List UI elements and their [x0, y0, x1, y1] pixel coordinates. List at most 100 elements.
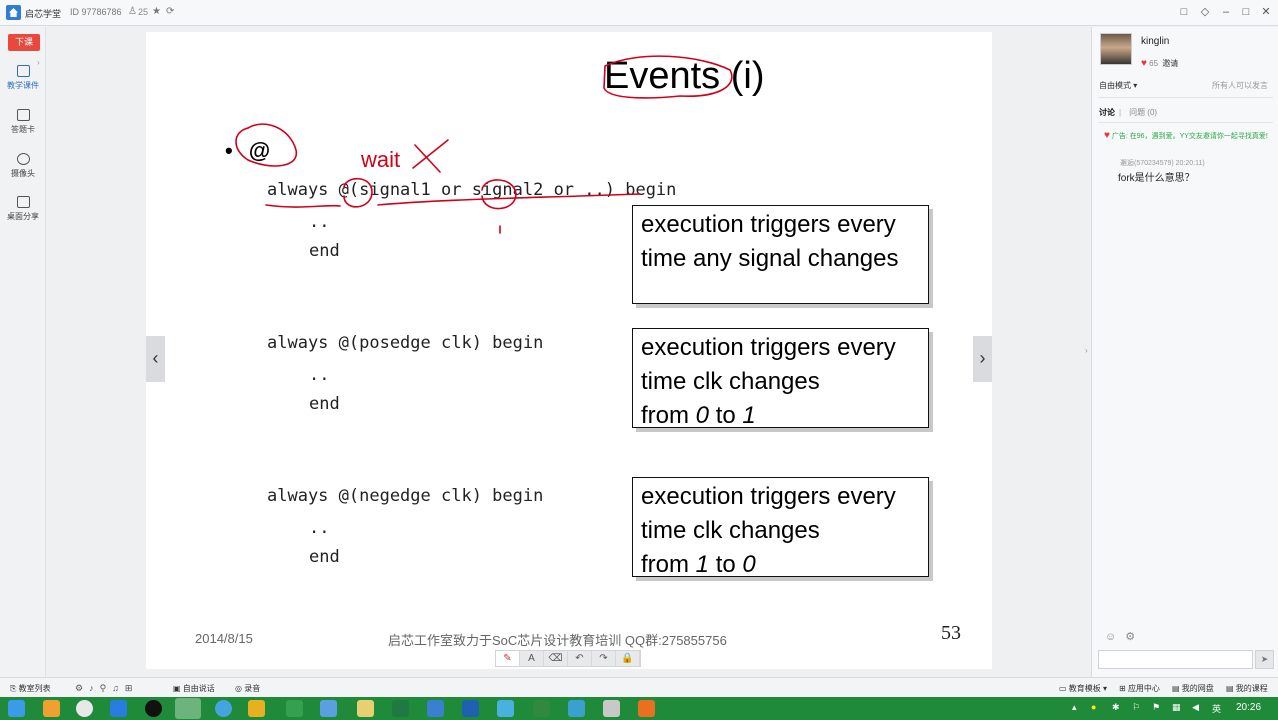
slide-footer: 启芯工作室致力于SoC芯片设计教育培训 QQ群:275855756: [388, 633, 727, 648]
answer-card-icon: [16, 109, 30, 121]
heart-icon: ♥: [1104, 130, 1110, 141]
tab-question[interactable]: 问题 (0): [1129, 108, 1157, 117]
flag-icon[interactable]: ⚑: [1152, 702, 1160, 713]
app-icon[interactable]: [320, 700, 337, 717]
slide-title: Events (i): [604, 55, 765, 97]
lock-icon[interactable]: 🔒: [616, 651, 640, 666]
bluetooth-icon[interactable]: ✱: [1112, 702, 1120, 713]
app-icon[interactable]: [497, 700, 514, 717]
user-count-icon: ♙: [128, 6, 137, 17]
annotation-wait: wait: [361, 147, 401, 172]
skin-icon[interactable]: ◇: [1197, 4, 1213, 20]
tray-icon[interactable]: ⚐: [1132, 702, 1140, 713]
app-icon[interactable]: [110, 700, 127, 717]
class-list-button[interactable]: ⎘ 教室列表: [10, 683, 51, 694]
my-courses-button[interactable]: ▤ 我的课程: [1226, 683, 1268, 694]
maximize-button[interactable]: □: [1238, 4, 1254, 20]
chat-tools: ☺ ⚙: [1105, 630, 1135, 643]
star-icon[interactable]: ★: [152, 6, 161, 17]
settings-icon[interactable]: ⚙♪⚲♫⊞: [75, 683, 138, 694]
prev-slide-button[interactable]: ‹: [146, 336, 165, 382]
answer-card-button[interactable]: 答题卡: [0, 109, 46, 135]
redo-icon[interactable]: ↷: [592, 651, 616, 666]
room-id: ID 97786786: [70, 7, 122, 17]
box-line: time any signal changes: [641, 245, 899, 272]
refresh-icon[interactable]: ⟳: [166, 6, 174, 17]
chat-input[interactable]: [1098, 650, 1253, 669]
app-icon[interactable]: [286, 700, 303, 717]
invite-link[interactable]: 邀请: [1162, 59, 1178, 68]
courseware-label: 教学课件: [7, 81, 39, 90]
app-center-button[interactable]: ⊞ 应用中心: [1119, 683, 1160, 694]
app-icon[interactable]: [427, 700, 444, 717]
screen-share-button[interactable]: 桌面分享: [0, 196, 46, 222]
free-talk-button[interactable]: ▣ 自由说话: [173, 683, 215, 694]
courseware-button[interactable]: 教学课件: [0, 65, 46, 91]
excel-icon[interactable]: [392, 700, 409, 717]
send-button[interactable]: ➤: [1255, 650, 1274, 669]
avatar[interactable]: [1100, 33, 1132, 65]
code-line: always @(posedge clk) begin: [267, 333, 544, 353]
start-icon[interactable]: [8, 700, 25, 717]
bottom-bar: ⎘ 教室列表 ⚙♪⚲♫⊞ ▣ 自由说话 ◎ 录音 ▭ 教育模板 ▾ ⊞ 应用中心…: [0, 677, 1278, 697]
explanation-box: execution triggers every time any signal…: [632, 205, 929, 304]
right-panel: kinglin ♥ 65 邀请 自由模式 ▾ 所有人可以发言 讨论 | 问题 (0)…: [1091, 27, 1278, 677]
tray-app-icon[interactable]: ●: [1091, 702, 1096, 712]
end-class-button[interactable]: 下课: [8, 34, 40, 51]
camera-button[interactable]: 摄像头: [0, 153, 46, 179]
app-icon[interactable]: [568, 700, 585, 717]
my-disk-button[interactable]: ▤ 我的网盘: [1172, 683, 1214, 694]
chat-message-ad: ♥ 广告: 在96，遇到爱。YY交友邀请你一起寻找真爱!: [1104, 130, 1268, 141]
home-icon[interactable]: [533, 700, 550, 717]
pen-icon[interactable]: ✎: [496, 651, 520, 666]
emoji-icon[interactable]: ☺: [1105, 631, 1116, 643]
camera-label: 摄像头: [11, 169, 35, 178]
home-icon[interactable]: [6, 5, 21, 20]
qq-icon[interactable]: [145, 700, 162, 717]
ime-indicator[interactable]: 英: [1212, 702, 1221, 715]
network-icon[interactable]: ▦: [1172, 702, 1181, 713]
code-line: end: [309, 241, 340, 261]
volume-icon[interactable]: ◀: [1192, 702, 1199, 713]
edu-template-button[interactable]: ▭ 教育模板 ▾: [1059, 683, 1107, 694]
app-icon[interactable]: [248, 700, 265, 717]
courseware-icon: [16, 65, 30, 77]
eraser-icon[interactable]: ⌫: [544, 651, 568, 666]
bullet-at: • @: [225, 138, 271, 163]
qixin-app-icon[interactable]: [175, 698, 201, 719]
screen-share-label: 桌面分享: [7, 212, 39, 221]
clock: 20:26: [1236, 702, 1262, 713]
code-line: ..: [309, 365, 330, 385]
code-line: end: [309, 394, 340, 414]
collapse-panel-icon[interactable]: ›: [1085, 346, 1088, 355]
chat-message-text: fork是什么意思？: [1118, 173, 1195, 184]
mode-dropdown[interactable]: 自由模式 ▾: [1099, 80, 1137, 91]
close-button[interactable]: ✕: [1258, 4, 1274, 20]
app-icon[interactable]: [638, 700, 655, 717]
bullet-text: @: [248, 138, 271, 163]
box-line: execution triggers every: [641, 334, 896, 361]
heart-icon[interactable]: ♥: [1141, 58, 1147, 69]
slide-date: 2014/8/15: [195, 631, 253, 646]
code-line: end: [309, 547, 340, 567]
app-icon[interactable]: [462, 700, 479, 717]
browser-icon[interactable]: [215, 700, 232, 717]
text-icon[interactable]: A: [520, 651, 544, 666]
code-line: always @(signal1 or signal2 or ..) begin: [267, 180, 677, 200]
next-slide-button[interactable]: ›: [973, 336, 992, 382]
explorer-icon[interactable]: [43, 700, 60, 717]
explanation-box: execution triggers every time clk change…: [632, 328, 929, 429]
restore-icon[interactable]: □: [1176, 4, 1192, 20]
tab-discuss[interactable]: 讨论: [1099, 108, 1115, 117]
minimize-button[interactable]: –: [1218, 4, 1234, 20]
chrome-icon[interactable]: [76, 700, 93, 717]
likes: ♥ 65 邀请: [1141, 58, 1179, 69]
folder-icon[interactable]: [357, 700, 374, 717]
tray-up-icon[interactable]: ▴: [1072, 702, 1077, 713]
undo-icon[interactable]: ↶: [568, 651, 592, 666]
settings-icon[interactable]: ⚙: [1125, 631, 1135, 643]
chat-message-meta: 邂逅(570234579) 20:20:11): [1120, 160, 1205, 167]
app-icon[interactable]: [603, 700, 620, 717]
record-button[interactable]: ◎ 录音: [235, 683, 260, 694]
box-line: from 1 to 0: [641, 551, 756, 578]
